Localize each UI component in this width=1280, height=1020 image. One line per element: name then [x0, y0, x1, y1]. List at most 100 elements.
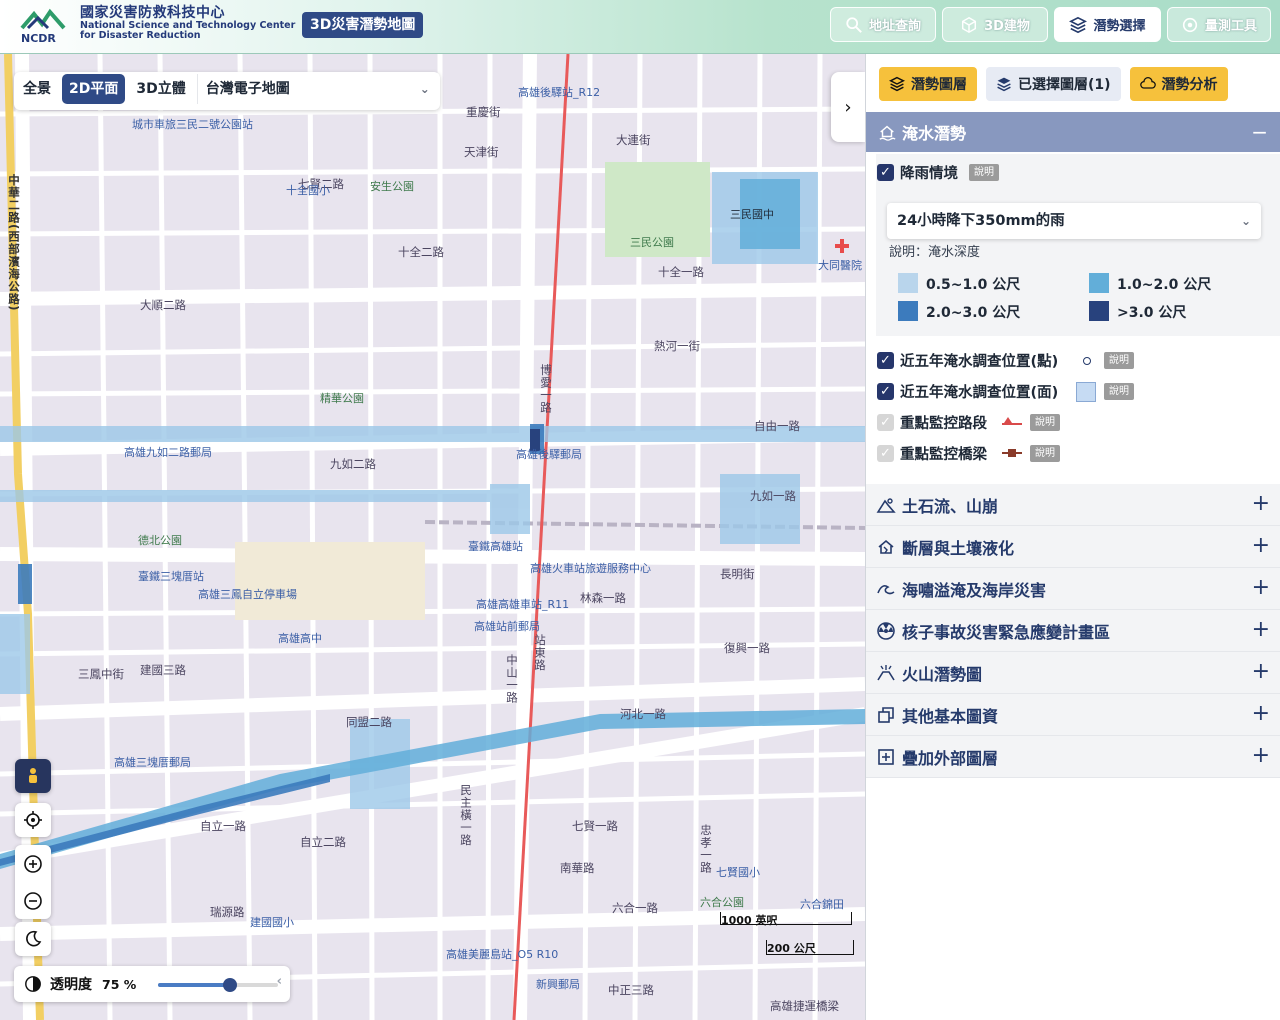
tab-potential-analysis-label: 潛勢分析: [1161, 77, 1218, 93]
road-label: 九如二路: [330, 457, 376, 471]
poi-label: 新興郵局: [536, 978, 580, 991]
poi-label: 高雄高中: [278, 632, 322, 645]
road-label: 十全二路: [398, 245, 444, 259]
section-nuclear[interactable]: 核子事故災害緊急應變計畫區 +: [866, 610, 1280, 652]
section-volcano[interactable]: 火山潛勢圖 +: [866, 652, 1280, 694]
flood-house-icon: [879, 125, 896, 141]
legend-swatch-1: [898, 273, 918, 293]
street-view-button[interactable]: [15, 759, 51, 793]
rain-scenario-select[interactable]: 24小時降下350mm的雨 ⌄: [887, 203, 1261, 239]
layers-icon: [889, 76, 905, 92]
org-name-zh: 國家災害防救科技中心: [80, 5, 225, 21]
map-view-toolbar: 全景 2D平面 3D立體 台灣電子地圖 ⌄: [14, 72, 440, 110]
map-canvas[interactable]: 中華二路(西部濱海公路) 中山一路 博愛一路 九如二路 十全一路 自由一路 大順…: [0, 54, 865, 1020]
road-label: 自立一路: [200, 819, 246, 833]
potential-select-label: 潛勢選擇: [1093, 19, 1146, 34]
road-label: 瑞源路: [210, 905, 245, 919]
road-label: 同盟二路: [346, 715, 392, 729]
tab-potential-analysis[interactable]: 潛勢分析: [1129, 67, 1228, 101]
road-label: 長明街: [720, 567, 755, 581]
expand-icon[interactable]: +: [1252, 701, 1270, 726]
view-3d-button[interactable]: 3D立體: [129, 74, 192, 104]
chevron-right-icon: ›: [844, 96, 852, 118]
3d-building-button[interactable]: 3D建物: [942, 7, 1048, 42]
section-basic-maps[interactable]: 其他基本圖資 +: [866, 694, 1280, 736]
rain-scenario-checkbox[interactable]: ✓: [877, 164, 894, 181]
plus-circle-icon: [24, 854, 42, 873]
poi-label: 建國國小: [250, 916, 294, 929]
cube-icon: [962, 16, 977, 33]
legend-label-2: 1.0~2.0 公尺: [1117, 277, 1212, 293]
road-label: 熱河一街: [654, 339, 700, 353]
view-panorama-button[interactable]: 全景: [16, 74, 58, 104]
section-landslide[interactable]: 土石流、山崩 +: [866, 484, 1280, 526]
rain-info-badge[interactable]: 說明: [969, 164, 999, 181]
monitor-bridge-checkbox[interactable]: ✓: [877, 445, 894, 462]
view-2d-button[interactable]: 2D平面: [62, 74, 126, 104]
legend-label-3: 2.0~3.0 公尺: [926, 305, 1021, 321]
section-flood-header[interactable]: 淹水潛勢 −: [866, 112, 1280, 152]
poi-label: 三民國中: [730, 208, 774, 221]
road-warning-icon: [1002, 417, 1022, 425]
pegman-icon: [29, 768, 37, 783]
org-name-en-2: for Disaster Reduction: [80, 29, 201, 41]
flood-survey-area-checkbox[interactable]: ✓: [877, 383, 894, 400]
volcano-icon: [877, 664, 895, 680]
potential-select-button[interactable]: 潛勢選擇: [1054, 7, 1161, 42]
section-fault-title: 斷層與土壤液化: [902, 538, 1015, 558]
flood-survey-point-info[interactable]: 說明: [1104, 352, 1134, 369]
expand-icon[interactable]: +: [1252, 533, 1270, 558]
expand-icon[interactable]: +: [1252, 659, 1270, 684]
poi-label: 七賢國小: [716, 866, 760, 879]
poi-label: 高雄後驛站_R12: [518, 86, 601, 99]
poi-label: 十全國小: [286, 184, 330, 197]
tab-selected-layers[interactable]: 已選擇圖層(1): [986, 67, 1121, 101]
section-tsunami[interactable]: 海嘯溢淹及海岸災害 +: [866, 568, 1280, 610]
expand-icon[interactable]: +: [1252, 743, 1270, 768]
flood-survey-point-checkbox[interactable]: ✓: [877, 352, 894, 369]
tab-selected-layers-label: 已選擇圖層(1): [1018, 77, 1111, 93]
locate-button[interactable]: [15, 803, 51, 837]
poi-label: 六合公園: [700, 896, 744, 909]
section-volcano-title: 火山潛勢圖: [902, 664, 983, 684]
scale-bar-m: 200 公尺: [766, 940, 854, 955]
moon-icon: [26, 930, 42, 947]
dark-mode-button[interactable]: [15, 922, 51, 956]
tab-potential-layers[interactable]: 潛勢圖層: [879, 67, 977, 101]
zoom-out-button[interactable]: [15, 882, 51, 919]
flood-survey-area-info[interactable]: 說明: [1104, 383, 1134, 400]
road-label: 九如一路: [750, 489, 796, 503]
chevron-left-icon[interactable]: ‹: [277, 974, 282, 989]
opacity-slider[interactable]: [158, 978, 278, 992]
tab-potential-layers-label: 潛勢圖層: [911, 77, 967, 93]
expand-icon[interactable]: +: [1252, 575, 1270, 600]
collapse-icon[interactable]: −: [1251, 120, 1268, 144]
section-external-layers[interactable]: 疊加外部圖層 +: [866, 736, 1280, 778]
section-flood-title: 淹水潛勢: [902, 124, 967, 143]
road-label: 建國三路: [140, 663, 186, 677]
scale-m-label: 200 公尺: [767, 942, 816, 955]
panel-collapse-button[interactable]: ›: [831, 72, 865, 142]
opacity-slider-fill: [158, 983, 230, 987]
expand-icon[interactable]: +: [1252, 617, 1270, 642]
zoom-in-button[interactable]: [15, 845, 51, 882]
section-fault[interactable]: 斷層與土壤液化 +: [866, 526, 1280, 568]
poi-label: 高雄九如二路郵局: [124, 446, 212, 459]
road-label: 河北一路: [620, 707, 666, 721]
road-label: 博愛一路: [539, 364, 553, 414]
poi-label: 高雄三塊厝郵局: [114, 756, 191, 769]
monitor-bridge-info[interactable]: 說明: [1030, 445, 1060, 462]
address-search-button[interactable]: 地址查詢: [830, 7, 936, 42]
opacity-icon: [25, 976, 41, 992]
rain-scenario-value: 24小時降下350mm的雨: [897, 213, 1065, 229]
expand-icon[interactable]: +: [1252, 491, 1270, 516]
flood-survey-area-label: 近五年淹水調查位置(面): [900, 385, 1059, 401]
monitor-road-checkbox[interactable]: ✓: [877, 414, 894, 431]
add-layer-icon: [878, 748, 894, 765]
measure-tool-button[interactable]: 量測工具: [1167, 7, 1271, 42]
monitor-road-info[interactable]: 說明: [1030, 414, 1060, 431]
poi-label: 高雄站前郵局: [474, 620, 540, 633]
basemap-select[interactable]: 台灣電子地圖 ⌄: [196, 74, 438, 104]
ncdr-logo: NCDR: [20, 8, 66, 45]
opacity-slider-thumb[interactable]: [223, 978, 237, 992]
